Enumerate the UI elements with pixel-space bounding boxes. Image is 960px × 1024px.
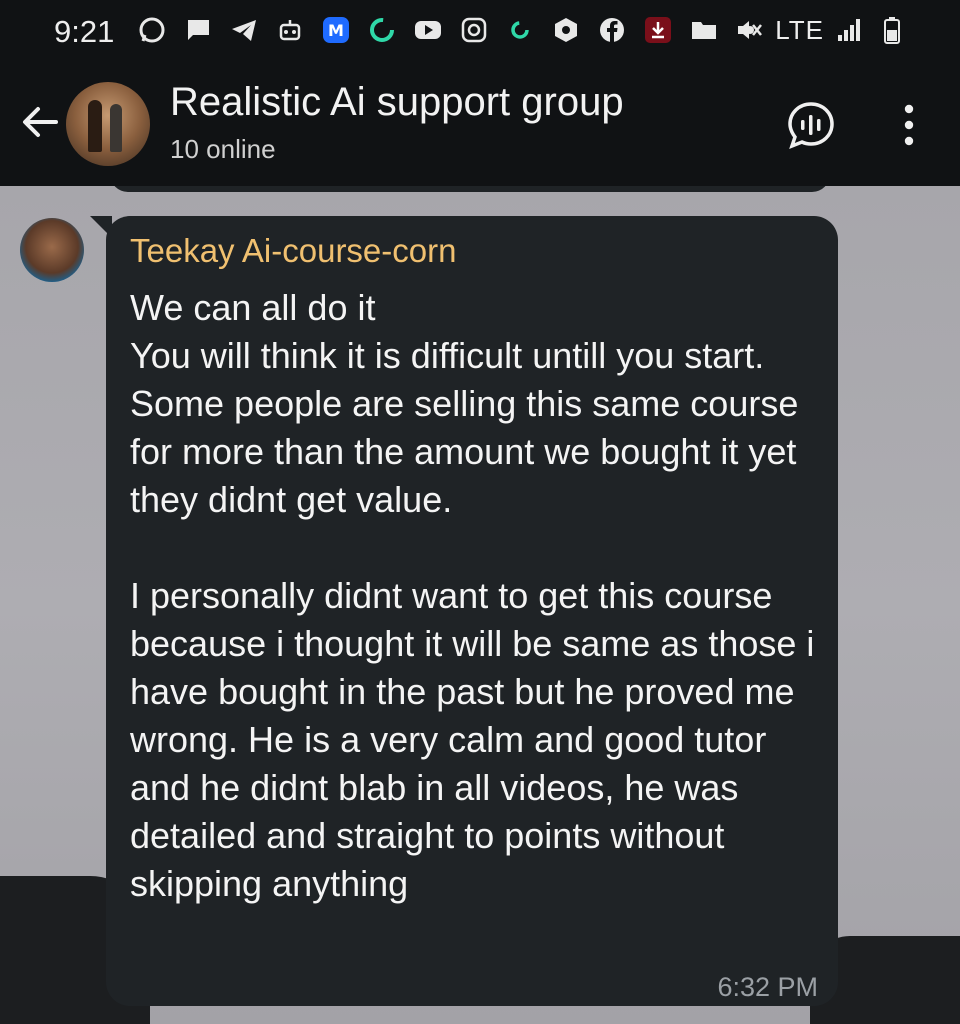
- sync-small-icon: [504, 14, 536, 46]
- hexagon-icon: [550, 14, 582, 46]
- more-vert-icon[interactable]: [896, 100, 922, 150]
- svg-text:M: M: [328, 21, 344, 40]
- system-icons: LTE: [733, 12, 908, 48]
- instagram-icon: [458, 14, 490, 46]
- avatar-figure: [88, 100, 102, 152]
- notification-icons: M: [136, 12, 766, 48]
- message-text: We can all do it You will think it is di…: [130, 287, 815, 904]
- network-type: LTE: [775, 14, 824, 45]
- chat-header: Realistic Ai support group 10 online: [0, 62, 960, 186]
- sender-avatar[interactable]: [20, 218, 84, 282]
- sender-name[interactable]: Teekay Ai-course-corn: [130, 232, 456, 270]
- message-bubble[interactable]: Teekay Ai-course-corn We can all do it Y…: [106, 216, 838, 1006]
- download-icon: [642, 14, 674, 46]
- message-time: 6:32 PM: [717, 972, 818, 1002]
- online-count: 10 online: [170, 134, 276, 164]
- youtube-icon: [412, 14, 444, 46]
- whatsapp-icon: [136, 14, 168, 46]
- chat-area[interactable]: Teekay Ai-course-corn We can all do it Y…: [0, 186, 960, 1024]
- bot-icon: [274, 14, 306, 46]
- signal-icon: [834, 14, 866, 46]
- group-avatar[interactable]: [66, 82, 150, 166]
- m-app-icon: M: [320, 14, 352, 46]
- voice-chat-icon[interactable]: [786, 100, 836, 150]
- back-arrow-icon[interactable]: [18, 100, 62, 144]
- avatar-figure: [110, 104, 122, 152]
- sync-icon: [366, 14, 398, 46]
- telegram-icon: [228, 14, 260, 46]
- battery-icon: [876, 14, 908, 46]
- status-time: 9:21: [54, 14, 115, 49]
- chat-icon: [182, 14, 214, 46]
- previous-message-bubble: [110, 186, 830, 192]
- status-bar: 9:21 M LTE: [0, 0, 960, 62]
- facebook-icon: [596, 14, 628, 46]
- group-title[interactable]: Realistic Ai support group: [170, 80, 624, 125]
- folder-icon: [688, 14, 720, 46]
- mute-icon: [733, 14, 765, 46]
